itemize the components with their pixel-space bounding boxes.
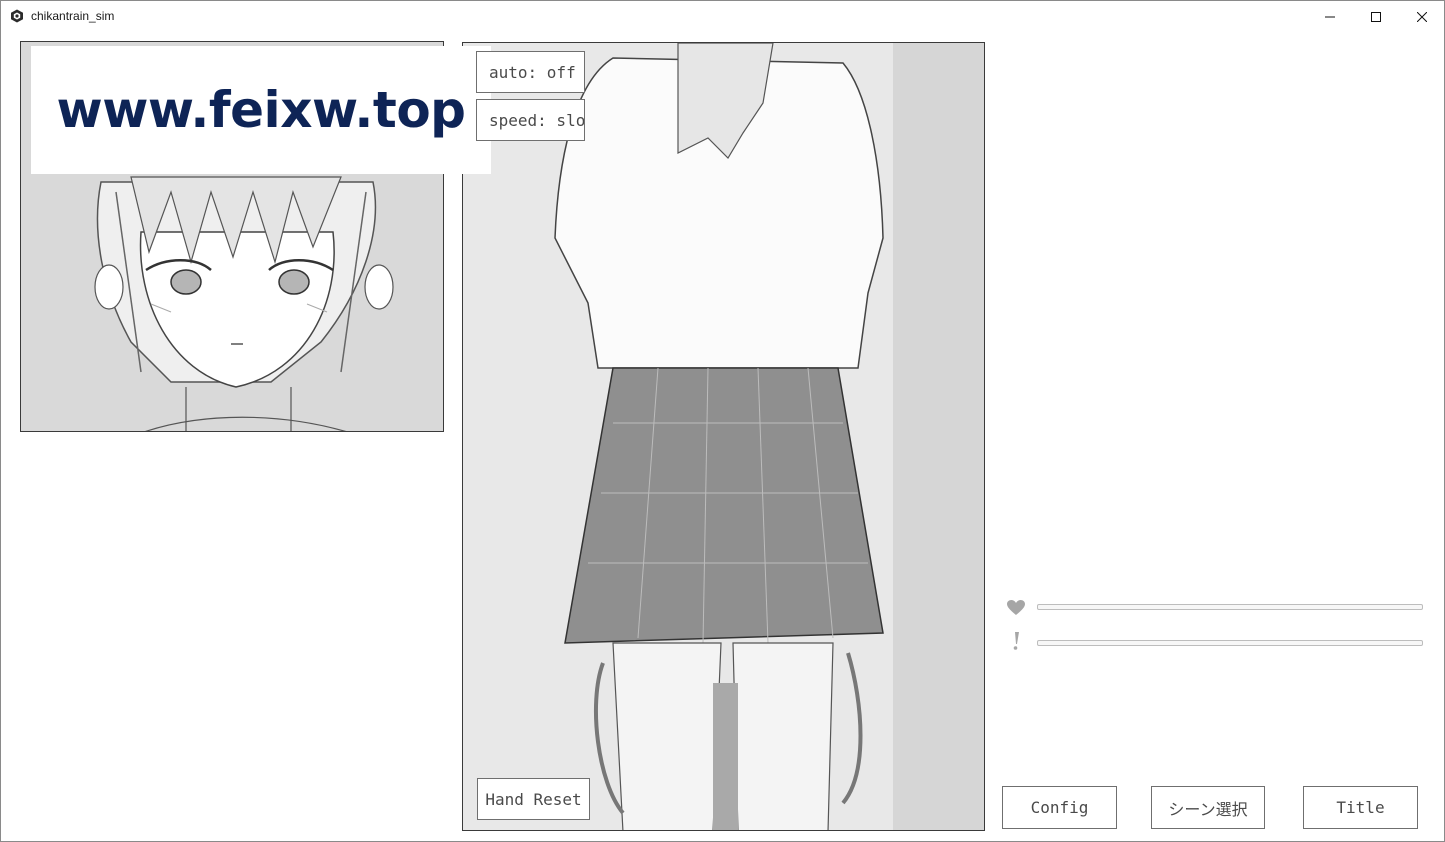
maximize-icon <box>1371 11 1381 22</box>
watermark-banner: www.feixw.top <box>31 46 491 174</box>
speed-button[interactable]: speed: slow <box>476 99 585 141</box>
scene-view-panel[interactable] <box>462 42 985 831</box>
heart-icon <box>1006 598 1026 618</box>
app-icon <box>10 9 24 23</box>
close-button[interactable] <box>1399 1 1445 32</box>
close-icon <box>1417 11 1427 22</box>
hand-reset-button[interactable]: Hand Reset <box>477 778 590 820</box>
title-button[interactable]: Title <box>1303 786 1418 829</box>
window-titlebar: chikantrain_sim <box>1 1 1444 32</box>
exclamation-icon <box>1006 631 1026 651</box>
auto-mode-button[interactable]: auto: off <box>476 51 585 93</box>
alert-gauge <box>1037 640 1423 646</box>
minimize-button[interactable] <box>1307 1 1353 32</box>
arousal-gauge <box>1037 604 1423 610</box>
scene-illustration <box>463 43 984 830</box>
watermark-text: www.feixw.top <box>56 81 466 139</box>
config-button[interactable]: Config <box>1002 786 1117 829</box>
maximize-button[interactable] <box>1353 1 1399 32</box>
minimize-icon <box>1325 16 1335 17</box>
scene-select-button[interactable]: シーン選択 <box>1151 786 1265 829</box>
window-title: chikantrain_sim <box>31 9 115 23</box>
